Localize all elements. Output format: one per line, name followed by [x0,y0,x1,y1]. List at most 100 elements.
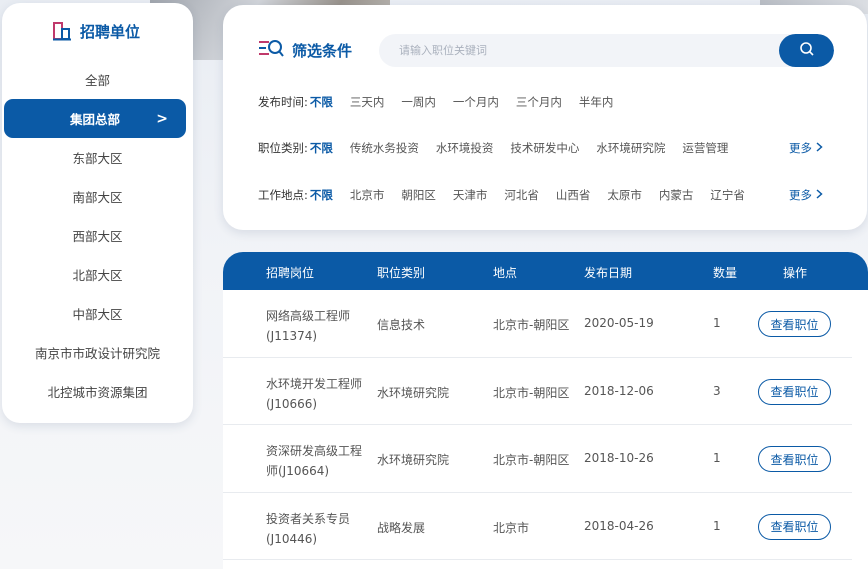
sidebar-item-label: 中部大区 [72,307,123,322]
filter-option[interactable]: 水环境研究院 [596,140,665,156]
filter-option[interactable]: 不限 [310,94,333,110]
filter-option[interactable]: 一个月内 [453,94,499,110]
cell-count: 3 [713,383,721,398]
filter-row: 发布时间: 不限 三天内 一周内 一个月内 三个月内 半年内 [258,93,630,111]
filter-option[interactable]: 技术研发中心 [510,140,579,156]
filter-option[interactable]: 北京市 [350,187,385,203]
filter-row-label: 发布时间: [258,95,308,109]
job-table: 招聘岗位 职位类别 地点 发布日期 数量 操作 网络高级工程师(J11374) 信… [223,252,868,569]
cell-date: 2018-04-26 [584,518,654,533]
filter-option[interactable]: 太原市 [607,187,642,203]
view-job-button[interactable]: 查看职位 [758,378,831,405]
table-row: 水环境开发工程师(J10666) 水环境研究院 北京市-朝阳区 2018-12-06 3… [223,358,852,425]
sidebar-item-label: 东部大区 [72,151,123,166]
sidebar-item-label: 集团总部 [69,112,120,127]
filter-option[interactable]: 不限 [310,140,333,156]
cell-position: 资深研发高级工程师(J10664) [266,444,363,478]
cell-date: 2018-12-06 [584,383,654,398]
table-header: 招聘岗位 职位类别 地点 发布日期 数量 操作 [223,252,868,290]
filter-row-label: 职位类别: [258,141,308,155]
more-link-label: 更多 [789,188,812,202]
cell-position: 水环境开发工程师(J10666) [266,376,363,411]
cell-count: 1 [713,451,721,465]
view-job-button[interactable]: 查看职位 [758,513,831,540]
header-location: 地点 [493,266,518,280]
filter-option[interactable]: 半年内 [579,94,614,110]
cell-date: 2018-10-26 [584,451,654,465]
sidebar-item[interactable]: 中部大区 [2,294,193,333]
filter-option[interactable]: 三个月内 [516,94,562,110]
table-row: 投资者关系专员(J10446) 战略发展 北京市 2018-04-26 1 查看职位 [223,493,852,560]
filter-option[interactable]: 山西省 [556,187,591,203]
filter-row: 工作地点: 不限 北京市 朝阳区 天津市 河北省 山西省 太原市 内蒙古 辽宁省 [258,186,762,204]
sidebar-item[interactable]: 集团总部 > [4,99,186,138]
cell-location: 北京市-朝阳区 [493,318,570,332]
building-icon [52,21,72,41]
search-box [379,34,834,67]
filter-row: 职位类别: 不限 传统水务投资 水环境投资 技术研发中心 水环境研究院 运营管理 [258,139,745,157]
sidebar-title-label: 招聘单位 [80,22,141,41]
sidebar-item[interactable]: 北控城市资源集团 [2,372,193,411]
cell-position: 投资者关系专员(J10446) [266,511,351,546]
sidebar-item-label: 南部大区 [72,190,123,205]
sidebar-item[interactable]: 南部大区 [2,177,193,216]
sidebar-item[interactable]: 北部大区 [2,255,193,294]
cell-category: 战略发展 [377,520,426,535]
sidebar-item-label: 全部 [84,73,110,88]
search-icon [799,41,815,61]
sidebar-item[interactable]: 南京市市政设计研究院 [2,333,193,372]
cell-category: 信息技术 [377,318,426,332]
header-position: 招聘岗位 [266,266,315,280]
sidebar-item-label: 北控城市资源集团 [47,385,148,400]
filter-option[interactable]: 水环境投资 [436,140,494,156]
cell-location: 北京市-朝阳区 [493,453,570,467]
sidebar-item-label: 北部大区 [72,268,123,283]
filter-option[interactable]: 传统水务投资 [350,140,419,156]
view-job-button[interactable]: 查看职位 [758,446,831,472]
cell-category: 水环境研究院 [377,385,450,400]
sidebar-list: 全部集团总部 > 东部大区南部大区西部大区北部大区中部大区南京市市政设计研究院 北控城… [2,60,193,411]
filter-option[interactable]: 河北省 [504,187,539,203]
cell-location: 北京市 [493,520,530,535]
sidebar-title: 招聘单位 [52,19,140,43]
chevron-right-icon [816,141,823,155]
filter-option[interactable]: 三天内 [350,94,385,110]
chevron-right-icon [816,188,823,202]
more-link[interactable]: 更多 [789,140,823,156]
cell-position: 网络高级工程师(J11374) [266,309,351,343]
filter-option[interactable]: 辽宁省 [710,187,745,203]
table-row: 网络高级工程师(J11374) 信息技术 北京市-朝阳区 2020-05-19 1 查看职… [223,290,852,358]
cell-location: 北京市-朝阳区 [493,385,570,400]
cell-count: 1 [713,518,721,533]
sidebar-item[interactable]: 西部大区 [2,216,193,255]
filter-option[interactable]: 一周内 [401,94,436,110]
more-link-label: 更多 [789,141,812,155]
header-count: 数量 [713,266,738,280]
filter-title: 筛选条件 [258,38,352,62]
table-row: 资深研发高级工程师(J10664) 水环境研究院 北京市-朝阳区 2018-10-26… [223,425,852,493]
sidebar-item-label: 南京市市政设计研究院 [34,346,160,361]
sidebar-item[interactable]: 全部 [2,60,193,99]
header-date: 发布日期 [584,266,633,280]
filter-search-icon [258,38,284,62]
filter-title-label: 筛选条件 [292,41,353,60]
filter-option[interactable]: 内蒙古 [659,187,694,203]
filter-panel: 筛选条件 发布时间:不限三天内一周内一个月内三个月内半年内职位类别:不限传统水务… [223,5,867,230]
search-input[interactable] [399,34,769,67]
more-link[interactable]: 更多 [789,187,823,203]
chevron-right-icon: > [156,110,168,127]
filter-row-label: 工作地点: [258,188,308,202]
filter-option[interactable]: 朝阳区 [401,187,436,203]
header-category: 职位类别 [377,266,426,280]
cell-date: 2020-05-19 [584,316,654,330]
cell-count: 1 [713,316,721,330]
filter-option[interactable]: 天津市 [453,187,488,203]
sidebar: 招聘单位 全部集团总部 > 东部大区南部大区西部大区北部大区中部大区南京市市政设计研… [2,3,193,423]
filter-option[interactable]: 运营管理 [682,140,728,156]
view-job-button[interactable]: 查看职位 [758,311,831,337]
cell-category: 水环境研究院 [377,453,450,467]
sidebar-item[interactable]: 东部大区 [2,138,193,177]
header-action: 操作 [783,266,808,280]
filter-option[interactable]: 不限 [310,187,333,203]
search-button[interactable] [779,34,834,67]
